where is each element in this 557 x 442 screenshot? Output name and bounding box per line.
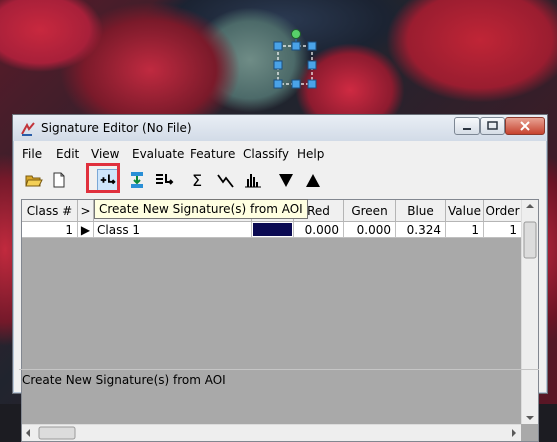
- menu-help[interactable]: Help: [297, 147, 324, 161]
- header-marker[interactable]: >: [78, 200, 94, 222]
- header-blue[interactable]: Blue: [396, 200, 446, 222]
- merge-signatures-icon: [156, 174, 174, 185]
- histogram-button[interactable]: [242, 169, 264, 191]
- table-row[interactable]: 1 ▶ Class 1 0.000 0.000 0.324 1 1: [22, 222, 538, 238]
- title-bar[interactable]: Signature Editor (No File): [13, 115, 547, 141]
- scroll-down-arrow-icon: [526, 416, 534, 420]
- cell-order[interactable]: 1: [484, 222, 522, 238]
- menu-view[interactable]: View: [91, 147, 119, 161]
- new-document-button[interactable]: [48, 169, 70, 191]
- open-folder-icon: [25, 175, 43, 187]
- open-folder-button[interactable]: [23, 169, 45, 191]
- menu-feature[interactable]: Feature: [190, 147, 235, 161]
- aoi-handle-sw[interactable]: [273, 79, 283, 89]
- mean-plot-button[interactable]: [215, 169, 237, 191]
- aoi-handle-w[interactable]: [273, 60, 283, 70]
- scroll-left-arrow-icon: [26, 429, 30, 437]
- aoi-handle-n[interactable]: [291, 41, 301, 51]
- header-order[interactable]: Order: [484, 200, 522, 222]
- close-button[interactable]: [505, 117, 545, 135]
- statistics-sigma-icon: Σ: [192, 171, 202, 190]
- cell-green[interactable]: 0.000: [344, 222, 396, 238]
- row-current-marker: ▶: [78, 222, 94, 238]
- replace-signature-icon: [131, 172, 143, 188]
- menu-evaluate[interactable]: Evaluate: [132, 147, 184, 161]
- vertical-scrollbar[interactable]: [521, 200, 538, 424]
- cell-class-number: 1: [22, 222, 78, 238]
- signature-editor-app-icon: [21, 122, 35, 136]
- replace-signature-button[interactable]: [126, 169, 148, 191]
- signature-editor-window: Signature Editor (No File) File Edit Vie…: [12, 114, 548, 442]
- menu-classify[interactable]: Classify: [243, 147, 289, 161]
- aoi-rotate-handle[interactable]: [291, 29, 301, 39]
- cell-signature-name[interactable]: Class 1: [94, 222, 252, 238]
- toolbar-highlight-box: [86, 163, 120, 193]
- horizontal-scrollbar[interactable]: [22, 424, 521, 441]
- status-bar: Create New Signature(s) from AOI: [19, 369, 539, 389]
- menu-edit[interactable]: Edit: [56, 147, 79, 161]
- scroll-right-arrow-icon: [512, 429, 516, 437]
- tooltip: Create New Signature(s) from AOI: [94, 199, 308, 219]
- header-value[interactable]: Value: [446, 200, 484, 222]
- window-title: Signature Editor (No File): [41, 121, 192, 135]
- cell-value[interactable]: 1: [446, 222, 484, 238]
- svg-text:Σ: Σ: [192, 171, 202, 190]
- move-up-icon: [306, 174, 320, 187]
- cell-color[interactable]: [252, 222, 294, 238]
- new-document-icon: [53, 172, 65, 188]
- merge-signatures-button[interactable]: [153, 169, 175, 191]
- maximize-button[interactable]: [480, 117, 505, 135]
- move-up-button[interactable]: [302, 169, 324, 191]
- minimize-button[interactable]: [454, 117, 480, 135]
- header-green[interactable]: Green: [344, 200, 396, 222]
- aoi-handle-se[interactable]: [307, 79, 317, 89]
- color-swatch: [253, 223, 292, 236]
- close-icon: [520, 121, 530, 131]
- aoi-handle-nw[interactable]: [273, 41, 283, 51]
- move-down-button[interactable]: [275, 169, 297, 191]
- signature-table: Class # > Red Green Blue Value Order 1 ▶…: [21, 199, 539, 442]
- mean-plot-icon: [217, 174, 234, 188]
- cell-blue[interactable]: 0.324: [396, 222, 446, 238]
- horizontal-scrollbar-graphics: [26, 426, 516, 440]
- aoi-handle-ne[interactable]: [307, 41, 317, 51]
- move-down-icon: [279, 174, 293, 187]
- scroll-up-arrow-icon: [526, 204, 534, 208]
- cell-red[interactable]: 0.000: [294, 222, 344, 238]
- aoi-handle-e[interactable]: [307, 60, 317, 70]
- vertical-scroll-thumb[interactable]: [523, 221, 537, 259]
- maximize-icon: [487, 121, 498, 130]
- statistics-button[interactable]: Σ: [187, 169, 209, 191]
- aoi-outline: [277, 45, 313, 85]
- header-class-number[interactable]: Class #: [22, 200, 78, 222]
- menu-bar: File Edit View Evaluate Feature Classify…: [19, 144, 541, 164]
- horizontal-scroll-thumb[interactable]: [38, 426, 76, 440]
- vertical-scrollbar-graphics: [523, 204, 537, 420]
- aoi-selection-box[interactable]: [270, 28, 322, 90]
- aoi-handle-s[interactable]: [291, 79, 301, 89]
- minimize-icon: [463, 128, 471, 130]
- histogram-icon: [245, 174, 261, 188]
- menu-file[interactable]: File: [22, 147, 42, 161]
